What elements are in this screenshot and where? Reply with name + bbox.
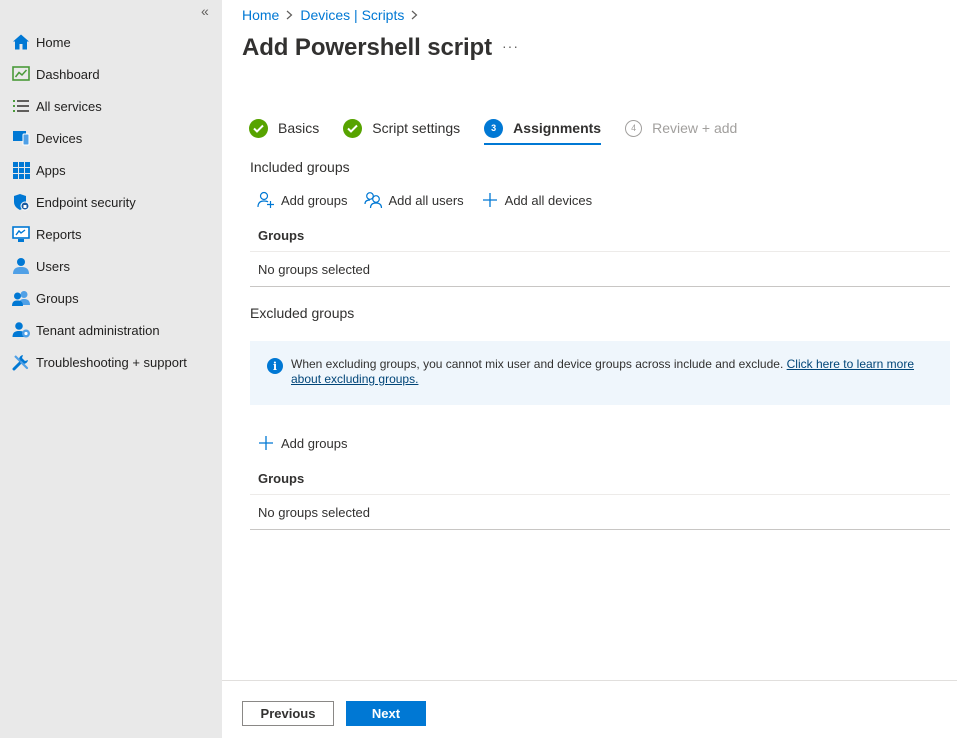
checkmark-icon [249,118,268,138]
included-groups-grid: Groups No groups selected [250,220,950,287]
page-title: Add Powershell script [242,34,492,61]
footer: Previous Next [222,680,957,738]
sidebar: « Home Dashboard All services Devices Ap… [0,0,222,738]
add-groups-button[interactable]: Add groups [256,190,348,210]
step-basics[interactable]: Basics [249,116,319,140]
sidebar-item-troubleshooting-support[interactable]: Troubleshooting + support [0,346,222,378]
shield-icon [11,192,31,212]
groups-icon [11,288,31,308]
step-number: 4 [625,119,643,137]
sidebar-nav: Home Dashboard All services Devices Apps [0,26,222,378]
users-icon [363,190,384,210]
checkmark-icon [343,118,363,138]
sidebar-item-label: Devices [36,130,83,146]
dashboard-icon [11,64,31,84]
apps-icon [11,160,31,180]
empty-row: No groups selected [250,252,950,287]
included-groups-title: Included groups [250,159,350,175]
sidebar-item-label: Reports [36,226,82,242]
collapse-sidebar-icon[interactable]: « [201,3,209,19]
step-number: 3 [484,118,504,138]
plus-icon [480,190,500,210]
add-user-icon [256,190,276,210]
step-label: Assignments [513,120,602,136]
more-options-icon[interactable]: ··· [502,38,519,54]
add-groups-label: Add groups [281,192,348,208]
sidebar-item-users[interactable]: Users [0,250,222,282]
learn-more-link-part1[interactable]: Click here to learn more [787,357,914,371]
info-message: When excluding groups, you cannot mix us… [291,357,787,371]
list-icon [11,96,31,116]
home-icon [11,32,31,52]
sidebar-item-reports[interactable]: Reports [0,218,222,250]
step-assignments[interactable]: 3 Assignments [484,116,602,145]
add-all-users-label: Add all users [388,192,464,208]
sidebar-item-label: Home [36,34,71,50]
step-label: Basics [278,120,320,136]
add-excluded-groups-button[interactable]: Add groups [256,433,348,453]
column-header-groups: Groups [250,220,950,252]
included-command-bar: Add groups Add all users Add all devices [256,190,608,210]
next-button[interactable]: Next [346,701,426,726]
sidebar-item-tenant-administration[interactable]: Tenant administration [0,314,222,346]
wizard-steps: Basics Script settings 3 Assignments 4 R… [249,116,761,146]
info-banner-text: When excluding groups, you cannot mix us… [291,357,914,405]
add-all-devices-button[interactable]: Add all devices [480,190,592,210]
column-header-groups: Groups [250,463,950,495]
sidebar-item-label: Users [36,258,70,274]
info-icon: i [267,358,283,374]
breadcrumb: Home Devices | Scripts [242,7,425,23]
user-icon [11,256,31,276]
step-label: Script settings [372,120,461,136]
chevron-right-icon [286,8,293,23]
sidebar-item-groups[interactable]: Groups [0,282,222,314]
wrench-icon [11,352,31,372]
sidebar-item-label: Endpoint security [36,194,136,210]
sidebar-item-label: Dashboard [36,66,100,82]
sidebar-item-dashboard[interactable]: Dashboard [0,58,222,90]
sidebar-item-devices[interactable]: Devices [0,122,222,154]
sidebar-item-label: Tenant administration [36,322,160,338]
empty-row: No groups selected [250,495,950,530]
step-label: Review + add [652,120,738,136]
add-all-devices-label: Add all devices [504,192,593,208]
learn-more-link-part2[interactable]: about excluding groups. [291,372,418,386]
step-review-add[interactable]: 4 Review + add [625,116,737,140]
sidebar-item-apps[interactable]: Apps [0,154,222,186]
sidebar-item-label: Groups [36,290,79,306]
breadcrumb-devices-scripts[interactable]: Devices | Scripts [300,7,404,23]
sidebar-item-label: Troubleshooting + support [36,354,187,370]
tenant-admin-icon [11,320,31,340]
excluded-groups-grid: Groups No groups selected [250,463,950,530]
reports-icon [11,224,31,244]
excluded-groups-title: Excluded groups [250,305,355,321]
sidebar-item-label: All services [36,98,102,114]
info-banner: i When excluding groups, you cannot mix … [250,341,950,405]
sidebar-item-home[interactable]: Home [0,26,222,58]
plus-icon [256,433,276,453]
sidebar-item-all-services[interactable]: All services [0,90,222,122]
previous-button[interactable]: Previous [242,701,334,726]
add-groups-label: Add groups [281,435,348,451]
main-content: Home Devices | Scripts Add Powershell sc… [222,0,957,738]
breadcrumb-home[interactable]: Home [242,7,279,23]
add-all-users-button[interactable]: Add all users [363,190,464,210]
sidebar-item-endpoint-security[interactable]: Endpoint security [0,186,222,218]
excluded-command-bar: Add groups [256,433,364,453]
devices-icon [11,128,31,148]
chevron-right-icon [411,8,418,23]
sidebar-item-label: Apps [36,162,66,178]
step-script-settings[interactable]: Script settings [343,116,460,140]
